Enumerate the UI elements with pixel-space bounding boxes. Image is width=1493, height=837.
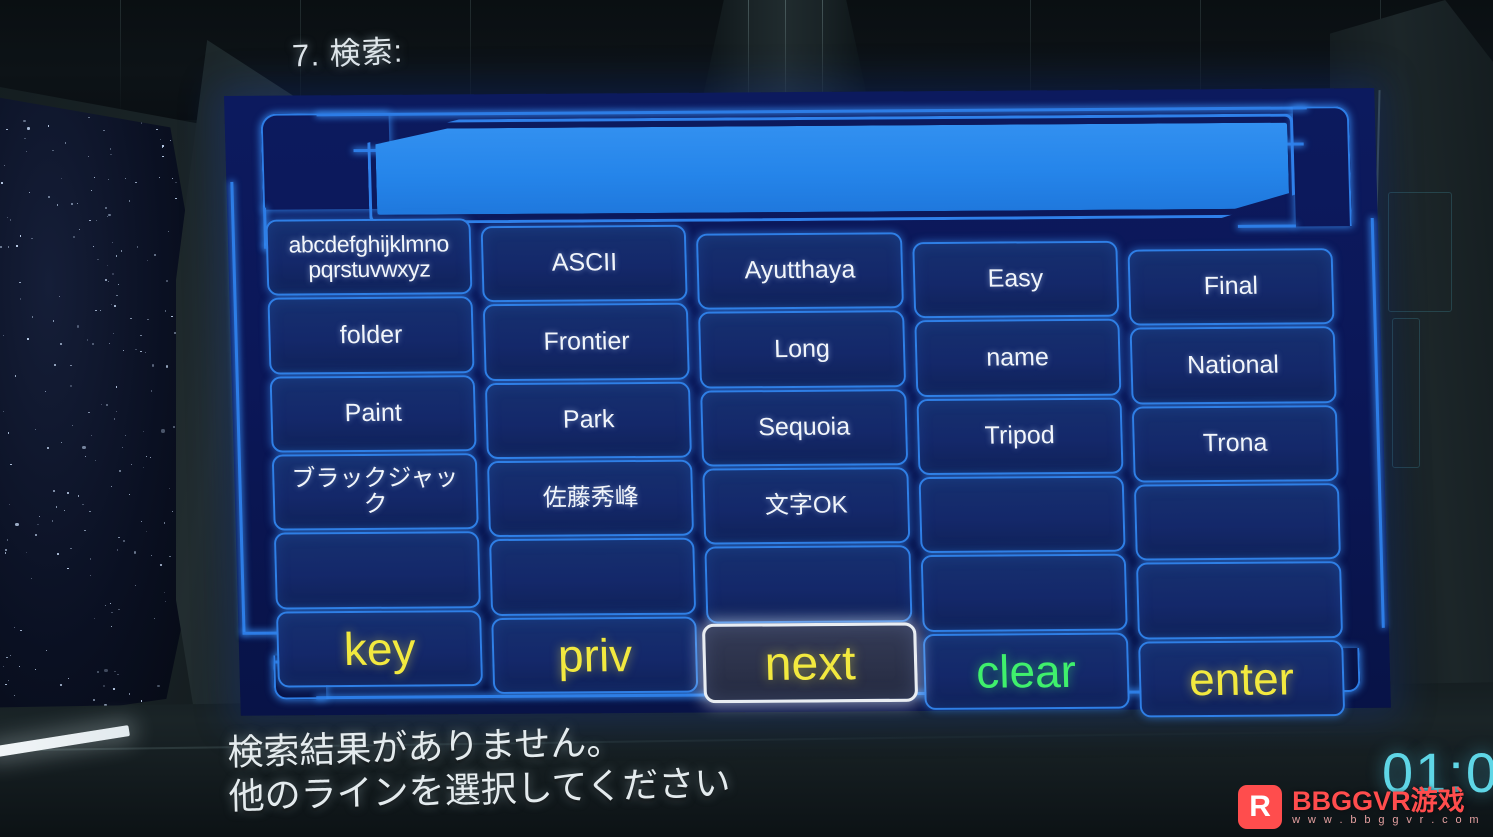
viewport-window-frame (0, 84, 234, 744)
key-label: ブラックジャック (291, 464, 459, 519)
key-label: Ayutthaya (744, 255, 856, 285)
key-label: Trona (1202, 428, 1268, 458)
key-trona[interactable]: Trona (1131, 404, 1339, 483)
key-final[interactable]: Final (1127, 248, 1335, 326)
key-label: National (1186, 350, 1280, 379)
key-enter-command[interactable]: enter (1137, 639, 1346, 718)
vent-panel-upper (1388, 192, 1452, 312)
key-national[interactable]: National (1129, 326, 1337, 405)
key-label: 文字OK (764, 491, 848, 520)
ceiling-beam (1380, 0, 1381, 110)
key-label: key (343, 622, 417, 675)
key-label: abcdefghijklmno pqrstuvwxyz (288, 230, 450, 283)
key-priv-command[interactable]: priv (491, 616, 699, 695)
key-blackjack-jp[interactable]: ブラックジャック (271, 453, 480, 531)
key-label: Easy (987, 264, 1044, 294)
key-label: Final (1203, 272, 1259, 301)
key-label: Long (773, 334, 831, 363)
key-empty-3 (273, 531, 482, 610)
key-empty-1 (918, 475, 1126, 554)
site-watermark: R BBGGVR游戏 w w w . b b g g v r . c o m (1238, 785, 1481, 829)
search-field-shell (375, 123, 1289, 215)
watermark-logo-icon: R (1238, 785, 1283, 829)
key-folder[interactable]: folder (267, 296, 475, 375)
key-empty-7 (1135, 561, 1344, 640)
status-message: 検索結果がありません。 他のラインを選択してください (227, 717, 731, 819)
keyboard-key-grid[interactable]: abcdefghijklmno pqrstuvwxyz ASCII Ayutthaya… (265, 218, 1346, 718)
vr-game-screen: 7. 検索: abcdefghijklmno pqrstuvwxyz ASCII Ay… (0, 0, 1493, 837)
key-label: next (764, 634, 857, 690)
key-clear-command[interactable]: clear (922, 632, 1130, 711)
key-empty-4 (489, 537, 697, 616)
light-strip (0, 725, 130, 758)
key-empty-2 (1133, 483, 1341, 561)
key-key-command[interactable]: key (275, 609, 484, 688)
watermark-name: BBGGVR游戏 (1292, 786, 1465, 817)
starfield-window (0, 96, 186, 724)
key-label: ASCII (551, 248, 618, 278)
search-input[interactable] (375, 123, 1289, 215)
key-frontier[interactable]: Frontier (482, 303, 691, 381)
key-label: Sequoia (757, 412, 851, 442)
key-alphabet[interactable]: abcdefghijklmno pqrstuvwxyz (265, 218, 473, 296)
key-easy[interactable]: Easy (911, 240, 1120, 319)
key-tripod[interactable]: Tripod (916, 397, 1124, 476)
key-label: 佐藤秀峰 (542, 484, 640, 512)
key-sequoia[interactable]: Sequoia (700, 388, 908, 467)
key-moji-ok-jp[interactable]: 文字OK (702, 467, 910, 545)
key-name[interactable]: name (913, 319, 1122, 397)
key-label: Frontier (543, 326, 631, 356)
key-next-command[interactable]: next (702, 622, 919, 704)
vent-panel-lower (1392, 318, 1420, 468)
frame-bracket-top-right (1292, 106, 1352, 227)
key-label: Tripod (984, 421, 1056, 450)
key-long[interactable]: Long (698, 310, 906, 389)
key-ayutthaya[interactable]: Ayutthaya (696, 232, 904, 310)
key-paint[interactable]: Paint (269, 374, 477, 453)
page-title: 7. 検索: (291, 33, 404, 74)
watermark-site: w w w . b b g g v r . c o m (1292, 814, 1481, 827)
key-park[interactable]: Park (485, 381, 693, 460)
key-ascii[interactable]: ASCII (480, 224, 689, 303)
key-label: name (985, 342, 1050, 372)
key-label: Paint (344, 398, 403, 428)
floor-seam (0, 728, 1493, 752)
key-empty-6 (920, 553, 1128, 632)
key-label: priv (557, 628, 633, 682)
key-sato-shuho-jp[interactable]: 佐藤秀峰 (487, 459, 695, 538)
key-label: Park (562, 405, 615, 434)
key-label: clear (975, 644, 1077, 698)
key-label: enter (1188, 651, 1295, 705)
key-empty-5 (704, 545, 913, 624)
ceiling-beam (120, 0, 121, 110)
virtual-keyboard-panel: abcdefghijklmno pqrstuvwxyz ASCII Ayutthaya… (224, 87, 1391, 718)
key-label: folder (339, 320, 403, 349)
